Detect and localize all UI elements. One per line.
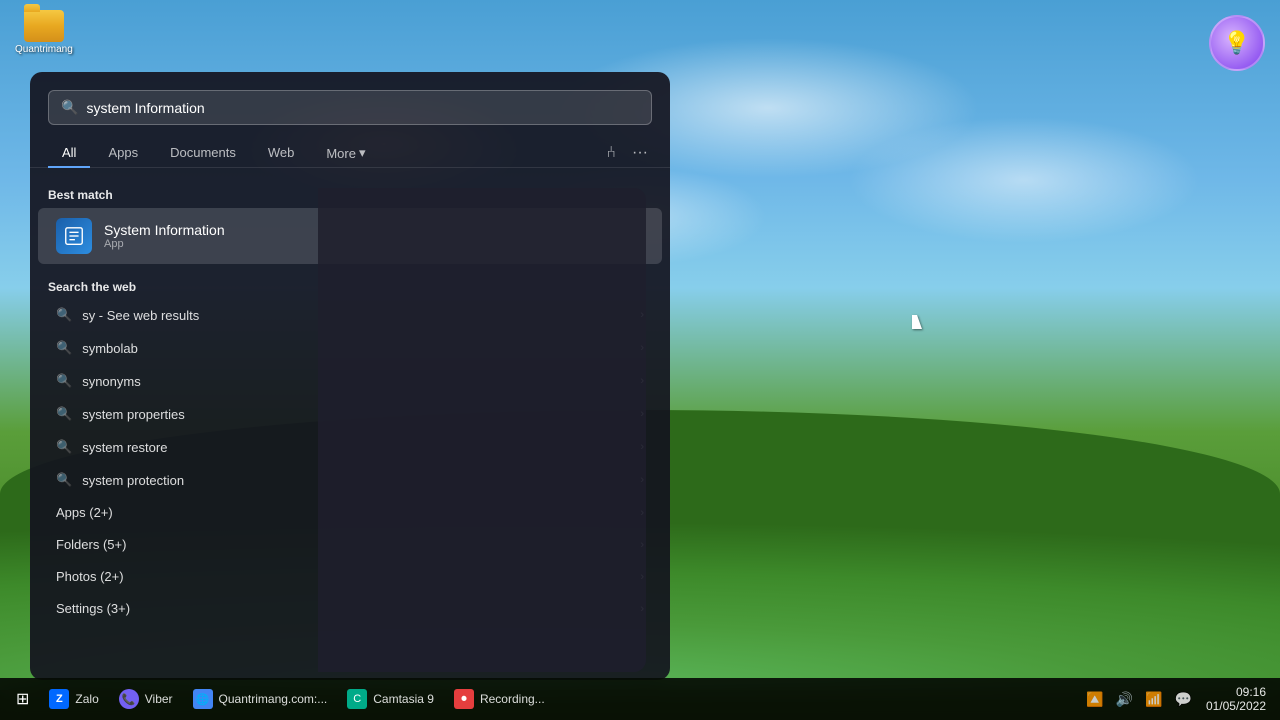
best-match-subtitle: App (104, 238, 225, 250)
search-bar[interactable]: 🔍 (48, 90, 652, 125)
zalo-label: Zalo (75, 692, 98, 706)
windows-logo-icon: ⊞ (16, 689, 29, 709)
recording-icon: ⏺ (454, 689, 474, 709)
show-hidden-icons[interactable]: 🔼 (1082, 687, 1107, 712)
search-tabs: All Apps Documents Web More ▾ ⑃ ··· (30, 135, 670, 168)
taskbar-app-camtasia[interactable]: C Camtasia 9 (337, 682, 444, 716)
system-info-icon (63, 225, 85, 247)
taskbar-left: ⊞ Z Zalo 📞 Viber 🌐 Quantrimang.com:... (0, 682, 555, 716)
volume-icon[interactable]: 🔊 (1112, 687, 1137, 712)
chrome-icon: 🌐 (193, 689, 213, 709)
taskbar-app-viber[interactable]: 📞 Viber (109, 682, 183, 716)
notification-icon[interactable]: 💬 (1171, 687, 1196, 712)
more-options-icon[interactable]: ··· (628, 140, 652, 166)
network-icon[interactable]: 📶 (1141, 687, 1166, 712)
start-button[interactable]: ⊞ (6, 682, 39, 716)
circle-icon: 💡 (1209, 15, 1265, 71)
tab-all[interactable]: All (48, 139, 90, 168)
web-search-icon-0: 🔍 (56, 307, 72, 323)
taskbar-right: 🔼 🔊 📶 💬 09:16 01/05/2022 (1082, 683, 1280, 715)
web-search-icon-1: 🔍 (56, 340, 72, 356)
viber-label: Viber (145, 692, 173, 706)
preview-pane (318, 188, 646, 672)
web-search-icon-3: 🔍 (56, 406, 72, 422)
top-right-widget[interactable]: 💡 (1209, 15, 1265, 71)
web-search-icon-5: 🔍 (56, 472, 72, 488)
chevron-down-icon: ▾ (359, 145, 366, 161)
web-search-icon-2: 🔍 (56, 373, 72, 389)
zalo-icon: Z (49, 689, 69, 709)
tab-web[interactable]: Web (254, 139, 309, 168)
taskbar-app-zalo[interactable]: Z Zalo (39, 682, 108, 716)
tab-more[interactable]: More ▾ (312, 139, 379, 167)
folder-icon (24, 10, 64, 42)
web-search-icon-4: 🔍 (56, 439, 72, 455)
app-icon-box (56, 218, 92, 254)
best-match-text: System Information App (104, 222, 225, 250)
share-icon[interactable]: ⑃ (602, 140, 620, 166)
tab-actions: ⑃ ··· (602, 140, 652, 166)
tab-more-label: More (326, 146, 356, 161)
camtasia-icon: C (347, 689, 367, 709)
lightbulb-icon: 💡 (1223, 30, 1250, 56)
time-date-display[interactable]: 09:16 01/05/2022 (1200, 683, 1272, 715)
taskbar: ⊞ Z Zalo 📞 Viber 🌐 Quantrimang.com:... (0, 678, 1280, 720)
search-input[interactable] (86, 100, 639, 116)
viber-icon: 📞 (119, 689, 139, 709)
search-icon: 🔍 (61, 99, 78, 116)
taskbar-app-recording[interactable]: ⏺ Recording... (444, 682, 555, 716)
tab-documents[interactable]: Documents (156, 139, 250, 168)
folder-label: Quantrimang (15, 44, 73, 55)
tab-apps[interactable]: Apps (94, 139, 152, 168)
clock-date: 01/05/2022 (1206, 699, 1266, 713)
best-match-title: System Information (104, 222, 225, 238)
quantrimang-label: Quantrimang.com:... (219, 692, 328, 706)
recording-label: Recording... (480, 692, 545, 706)
camtasia-label: Camtasia 9 (373, 692, 434, 706)
desktop-folder-icon[interactable]: Quantrimang (15, 10, 73, 55)
taskbar-app-quantrimang[interactable]: 🌐 Quantrimang.com:... (183, 682, 338, 716)
clock-time: 09:16 (1206, 685, 1266, 699)
